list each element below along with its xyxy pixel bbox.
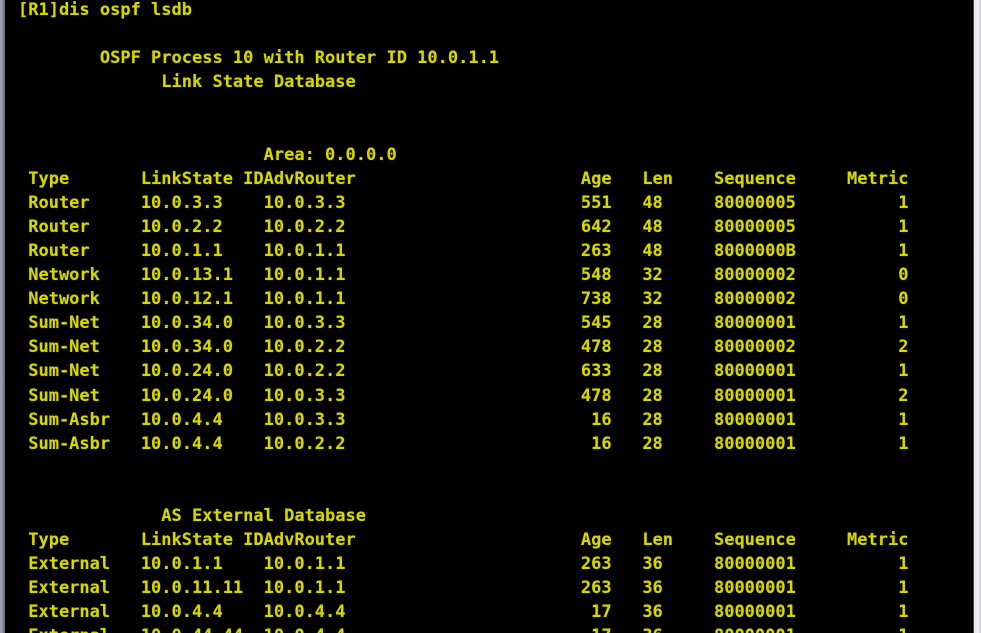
window-right-edge-scrollbar[interactable] [972, 0, 981, 633]
terminal-window: [R1]dis ospf lsdb OSPF Process 10 with R… [0, 0, 981, 633]
console-output: [R1]dis ospf lsdb OSPF Process 10 with R… [18, 0, 909, 633]
terminal-screen[interactable]: [R1]dis ospf lsdb OSPF Process 10 with R… [5, 0, 972, 633]
